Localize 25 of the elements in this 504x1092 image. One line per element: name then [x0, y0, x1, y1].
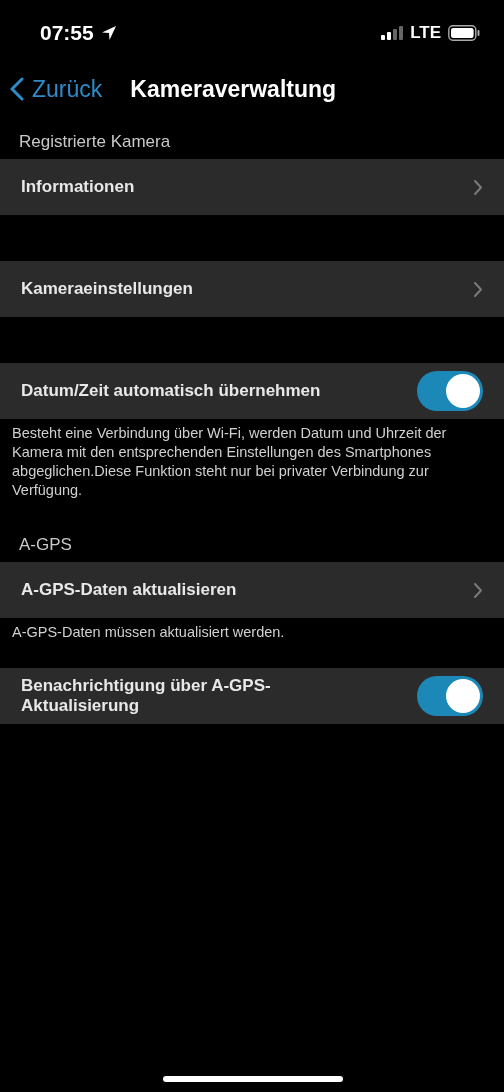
settings-row[interactable]: A-GPS-Daten aktualisieren	[0, 562, 504, 619]
chevron-right-icon	[473, 178, 483, 196]
chevron-left-icon	[10, 77, 24, 101]
row-label: Informationen	[21, 176, 135, 198]
chevron-right-icon	[473, 581, 483, 599]
signal-icon	[381, 26, 404, 40]
location-arrow-icon	[99, 24, 118, 42]
settings-row[interactable]: Kameraeinstellungen	[0, 261, 504, 317]
page-title: Kameraverwaltung	[130, 75, 337, 103]
settings-row[interactable]: Informationen	[0, 159, 504, 215]
section-header: A-GPS	[18, 534, 73, 557]
network-label: LTE	[410, 23, 441, 43]
toggle-switch[interactable]	[417, 676, 483, 717]
toggle-switch[interactable]	[417, 371, 483, 411]
chevron-right-icon	[473, 280, 483, 298]
section-footer: Besteht eine Verbindung über Wi-Fi, werden Datum und Uhrzeit der Kamera mit den entsprechenden Einstellungen des Smartphones abgeglichen.Diese Funktion steht nur bei privater Verbindung zur Verfügung.	[0, 419, 504, 500]
row-label: Kameraeinstellungen	[21, 278, 193, 300]
row-label: A-GPS-Daten aktualisieren	[21, 580, 237, 601]
row-label: Datum/Zeit automatisch übernehmen	[21, 380, 321, 402]
battery-icon	[448, 25, 480, 41]
back-button[interactable]: Zurück	[10, 75, 103, 103]
status-time: 07:55	[40, 21, 94, 45]
section-header: Registrierte Kamera	[18, 131, 172, 153]
section-footer: A-GPS-Daten müssen aktualisiert werden.	[0, 618, 504, 643]
row-label: Benachrichtigung über A-GPS-Aktualisierung	[21, 675, 272, 717]
